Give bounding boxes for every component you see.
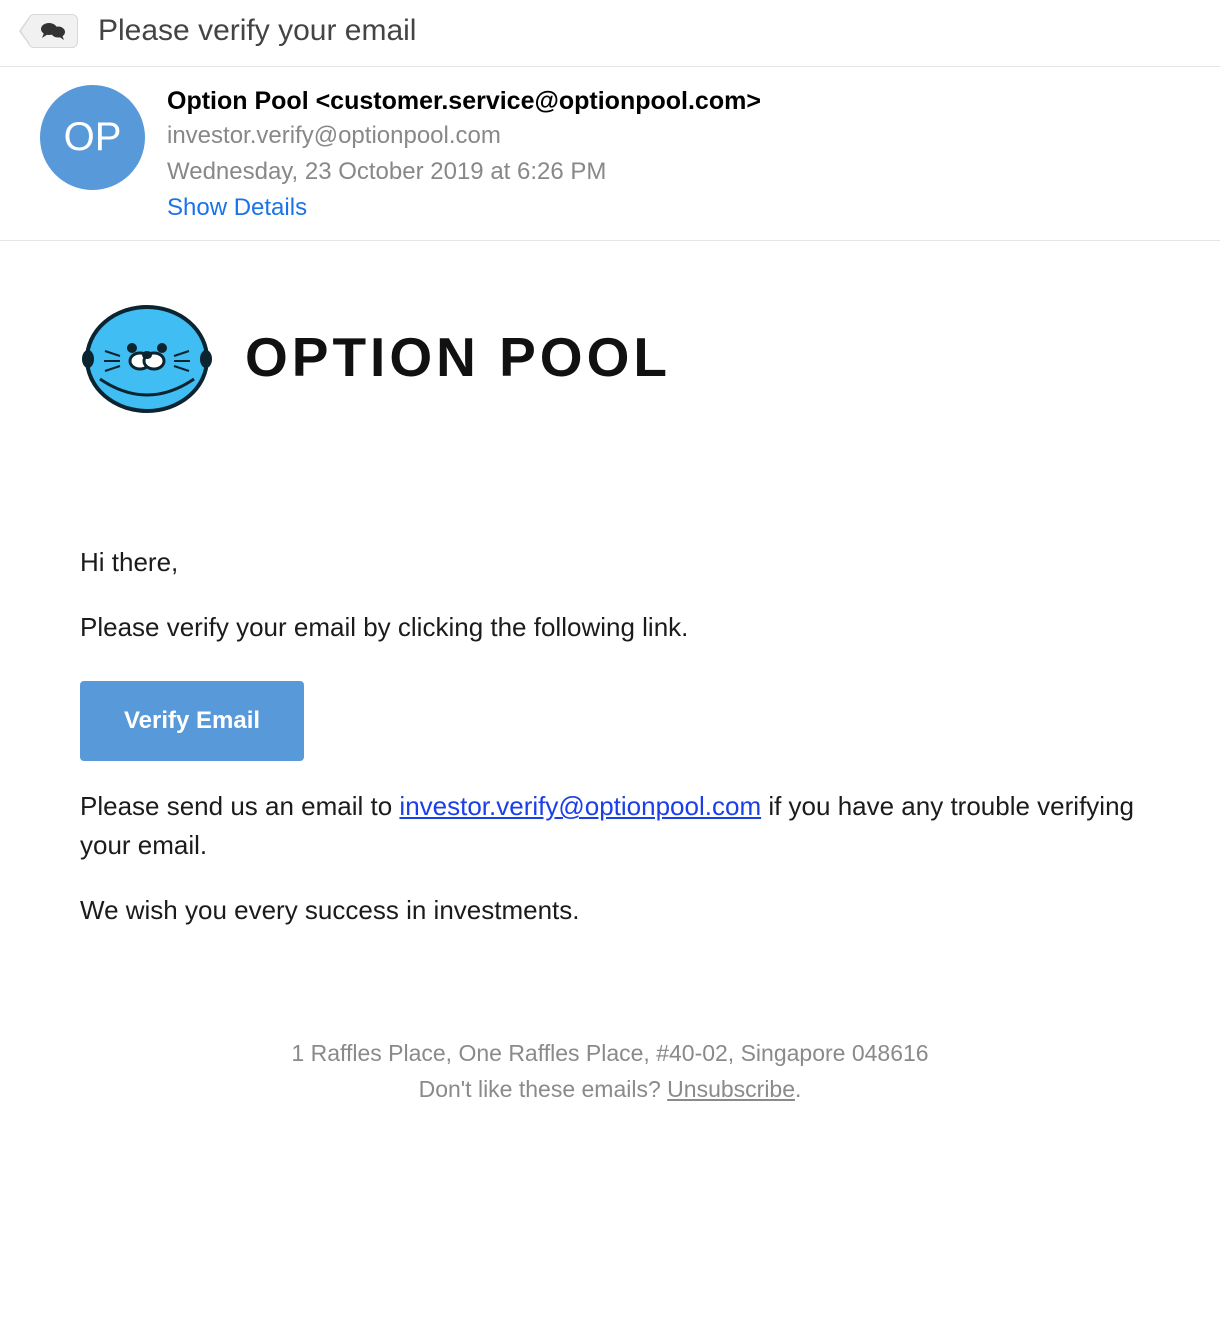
support-prefix: Please send us an email to — [80, 791, 399, 821]
instruction-text: Please verify your email by clicking the… — [80, 608, 1150, 647]
footer-unsubscribe-line: Don't like these emails? Unsubscribe. — [20, 1072, 1200, 1108]
footer-address: 1 Raffles Place, One Raffles Place, #40-… — [20, 1036, 1200, 1072]
to-line: investor.verify@optionpool.com — [167, 122, 761, 150]
greeting-text: Hi there, — [80, 543, 1150, 582]
closing-text: We wish you every success in investments… — [80, 891, 1150, 930]
support-email-link[interactable]: investor.verify@optionpool.com — [399, 791, 761, 821]
unsubscribe-link[interactable]: Unsubscribe — [667, 1076, 795, 1102]
email-header: OP Option Pool <customer.service@optionp… — [0, 67, 1220, 241]
brand-row: OPTION POOL — [80, 301, 1150, 413]
avatar-initials: OP — [64, 115, 122, 160]
from-line: Option Pool <customer.service@optionpool… — [167, 87, 761, 116]
email-subject: Please verify your email — [98, 14, 416, 48]
show-details-link[interactable]: Show Details — [167, 194, 761, 222]
email-body: OPTION POOL Hi there, Please verify your… — [0, 241, 1220, 996]
chat-bubbles-icon — [39, 21, 67, 41]
brand-mascot-icon — [80, 301, 215, 413]
body-text: Hi there, Please verify your email by cl… — [80, 543, 1150, 930]
date-line: Wednesday, 23 October 2019 at 6:26 PM — [167, 158, 761, 186]
unsubscribe-prefix: Don't like these emails? — [419, 1076, 668, 1102]
subject-row: Please verify your email — [0, 0, 1220, 67]
brand-name: OPTION POOL — [245, 325, 671, 389]
email-meta: Option Pool <customer.service@optionpool… — [167, 85, 761, 222]
unsubscribe-suffix: . — [795, 1076, 801, 1102]
verify-email-button[interactable]: Verify Email — [80, 681, 304, 761]
support-text: Please send us an email to investor.veri… — [80, 787, 1150, 865]
email-footer: 1 Raffles Place, One Raffles Place, #40-… — [0, 996, 1220, 1167]
sender-avatar: OP — [40, 85, 145, 190]
conversation-tag-badge — [28, 14, 78, 48]
